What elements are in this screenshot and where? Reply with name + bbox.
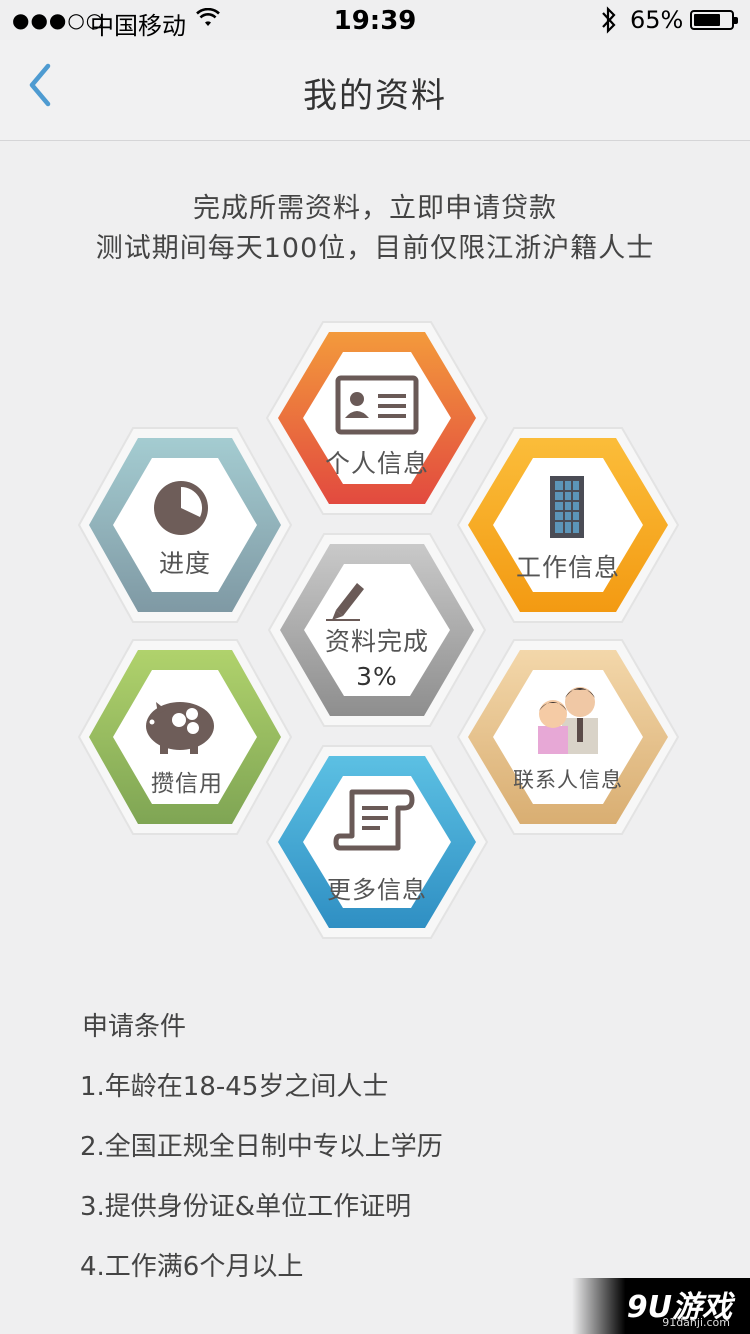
hex-more-info[interactable] [265,745,489,939]
page-title: 我的资料 [303,76,447,116]
hex-work-info-label: 工作信息 [515,553,620,582]
hex-personal-info-label: 个人信息 [324,449,429,478]
hex-completion-percent: 3% [356,662,398,691]
building-icon [550,476,584,538]
battery-icon [690,10,738,30]
condition-item: 4.工作满6个月以上 [80,1252,304,1282]
condition-item: 3.提供身份证&单位工作证明 [80,1192,412,1222]
status-bar: ●●●○○ 中国移动 19:39 65% [0,0,750,40]
hex-more-info-label: 更多信息 [327,876,427,904]
hex-progress[interactable] [77,427,293,623]
hex-contacts-label: 联系人信息 [513,768,623,792]
hex-credit[interactable] [77,639,293,835]
watermark-url: 91danji.com [662,1316,730,1329]
bluetooth-icon [602,6,616,34]
hex-credit-label: 攒信用 [151,771,223,797]
battery-percentage: 65% [630,6,684,34]
hex-completion-label: 资料完成 [324,627,429,656]
conditions-title: 申请条件 [82,1012,187,1042]
condition-item: 2.全国正规全日制中专以上学历 [80,1132,443,1162]
hex-contacts[interactable] [456,639,680,835]
hex-work-info[interactable] [456,427,680,623]
navigation-bar: 我的资料 [0,40,750,141]
hex-personal-info[interactable] [265,321,489,515]
profile-hex-menu: 个人信息 进度 工作信息 资料完成 3% 攒信用 联系人信息 更多信息 [0,300,750,960]
site-watermark: 9U游戏 91danji.com [572,1278,750,1334]
intro-line-2: 测试期间每天100位，目前仅限江浙沪籍人士 [95,233,655,264]
hex-progress-label: 进度 [158,549,211,578]
condition-item: 1.年龄在18-45岁之间人士 [80,1072,389,1102]
pie-chart-icon [154,481,208,535]
intro-line-1: 完成所需资料，立即申请贷款 [193,193,557,224]
